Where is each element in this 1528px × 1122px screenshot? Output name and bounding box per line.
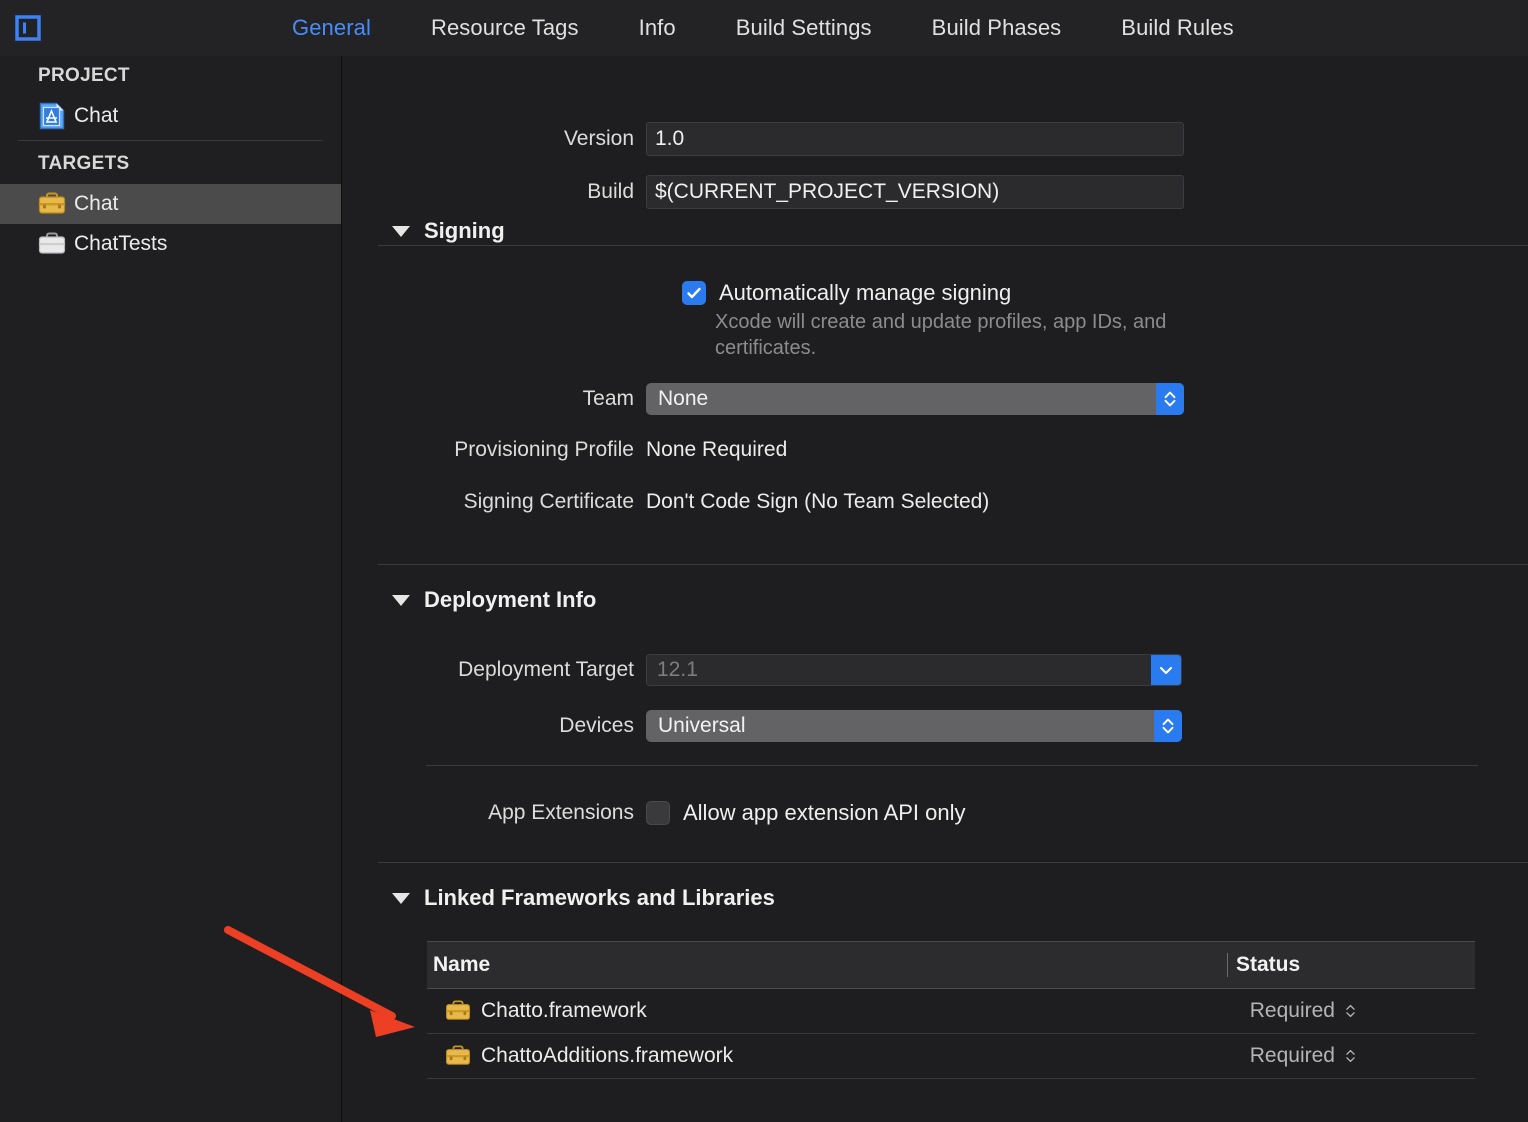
version-row: Version 1.0 [342, 122, 1184, 156]
test-target-icon [38, 230, 66, 258]
team-value: None [658, 387, 709, 410]
signing-section-title: Signing [424, 218, 505, 243]
framework-status-cell[interactable]: Required [1227, 1044, 1475, 1068]
sidebar-item-label: Chat [74, 192, 119, 215]
disclosure-triangle-icon[interactable] [392, 892, 410, 904]
sidebar-item-target-chat[interactable]: Chat [0, 184, 341, 224]
tab-info[interactable]: Info [609, 15, 706, 41]
status-stepper-icon[interactable] [1344, 1047, 1357, 1065]
general-settings-pane: Version 1.0 Build $(CURRENT_PROJECT_VERS… [342, 56, 1528, 1122]
tab-general[interactable]: General [262, 15, 401, 41]
sidebar-item-target-chattests[interactable]: ChatTests [0, 224, 341, 264]
deployment-target-row: Deployment Target 12.1 [342, 654, 1182, 686]
linked-frameworks-table: Name Status Chatto.framework Required Ch… [427, 941, 1475, 1079]
signing-help-text: Xcode will create and update profiles, a… [715, 311, 1167, 359]
deployment-target-value: 12.1 [657, 658, 698, 681]
deployment-info-section-title: Deployment Info [424, 587, 597, 612]
build-input[interactable]: $(CURRENT_PROJECT_VERSION) [646, 175, 1184, 209]
framework-name: ChattoAdditions.framework [481, 1044, 734, 1067]
signing-certificate-row: Signing Certificate Don't Code Sign (No … [342, 490, 990, 514]
framework-status: Required [1249, 1044, 1335, 1067]
team-popup-button[interactable]: None [646, 383, 1184, 415]
build-label: Build [587, 180, 634, 203]
team-label: Team [582, 387, 634, 410]
app-extensions-checkbox-label: Allow app extension API only [683, 800, 966, 825]
devices-label: Devices [559, 714, 634, 737]
provisioning-profile-value: None Required [646, 438, 788, 461]
team-stepper-icon[interactable] [1156, 383, 1184, 415]
sidebar-item-label: ChatTests [74, 232, 168, 255]
devices-value: Universal [658, 714, 746, 737]
disclosure-triangle-icon[interactable] [392, 594, 410, 606]
sidebar-divider [18, 140, 323, 141]
provisioning-profile-row: Provisioning Profile None Required [342, 438, 787, 462]
sidebar-item-project-chat[interactable]: Chat [0, 96, 341, 136]
framework-status: Required [1249, 999, 1335, 1022]
signing-certificate-value: Don't Code Sign (No Team Selected) [646, 490, 990, 513]
devices-stepper-icon[interactable] [1154, 710, 1182, 742]
tab-build-phases[interactable]: Build Phases [902, 15, 1092, 41]
version-label: Version [563, 127, 634, 150]
devices-row: Devices Universal [342, 710, 1182, 742]
sidebar-section-targets: TARGETS [38, 153, 130, 174]
signing-certificate-label: Signing Certificate [463, 490, 634, 513]
devices-popup-button[interactable]: Universal [646, 710, 1182, 742]
project-navigator-sidebar: PROJECT Chat TARGETS Chat ChatTests [0, 56, 342, 1122]
table-header-row: Name Status [427, 942, 1475, 989]
table-row[interactable]: Chatto.framework Required [427, 989, 1475, 1034]
auto-manage-signing-row: Automatically manage signing [682, 280, 1011, 306]
separator-devices-extensions [426, 765, 1478, 766]
framework-toolbox-icon [445, 1000, 471, 1022]
sidebar-toggle-icon[interactable] [14, 14, 42, 42]
version-input[interactable]: 1.0 [646, 122, 1184, 156]
editor-tabs: General Resource Tags Info Build Setting… [262, 0, 1264, 56]
tab-bar: General Resource Tags Info Build Setting… [0, 0, 1528, 57]
tab-resource-tags[interactable]: Resource Tags [401, 15, 609, 41]
disclosure-triangle-icon[interactable] [392, 225, 410, 237]
deployment-target-combobox[interactable]: 12.1 [646, 654, 1182, 686]
app-extensions-label: App Extensions [488, 801, 634, 824]
frameworks-section-title: Linked Frameworks and Libraries [424, 885, 775, 910]
tab-build-settings[interactable]: Build Settings [706, 15, 902, 41]
provisioning-profile-label: Provisioning Profile [454, 438, 634, 461]
framework-status-cell[interactable]: Required [1227, 999, 1475, 1023]
target-toolbox-icon [38, 190, 66, 218]
separator-signing-deployment [378, 564, 1528, 565]
separator-extensions-frameworks [378, 862, 1528, 863]
tab-build-rules[interactable]: Build Rules [1091, 15, 1263, 41]
build-row: Build $(CURRENT_PROJECT_VERSION) [342, 175, 1184, 209]
column-header-name[interactable]: Name [427, 953, 1227, 977]
auto-manage-signing-checkbox[interactable] [682, 281, 706, 305]
auto-manage-signing-label: Automatically manage signing [719, 280, 1012, 305]
app-extensions-checkbox[interactable] [646, 801, 670, 825]
column-header-status[interactable]: Status [1227, 953, 1475, 977]
framework-name-cell: ChattoAdditions.framework [427, 1044, 1227, 1068]
separator-identity-signing [378, 245, 1528, 246]
app-extensions-row: App Extensions Allow app extension API o… [342, 800, 966, 826]
table-row[interactable]: ChattoAdditions.framework Required [427, 1034, 1475, 1079]
sidebar-section-project: PROJECT [38, 65, 130, 86]
framework-name: Chatto.framework [481, 999, 647, 1022]
chevron-down-icon[interactable] [1151, 655, 1181, 685]
deployment-info-section-header[interactable]: Deployment Info [392, 587, 596, 613]
deployment-target-label: Deployment Target [458, 658, 634, 681]
signing-section-header[interactable]: Signing [392, 218, 505, 244]
framework-toolbox-icon [445, 1045, 471, 1067]
sidebar-item-label: Chat [74, 104, 119, 127]
framework-name-cell: Chatto.framework [427, 999, 1227, 1023]
status-stepper-icon[interactable] [1344, 1002, 1357, 1020]
xcode-project-icon [38, 102, 66, 130]
team-row: Team None [342, 383, 1184, 415]
frameworks-section-header[interactable]: Linked Frameworks and Libraries [392, 885, 775, 911]
